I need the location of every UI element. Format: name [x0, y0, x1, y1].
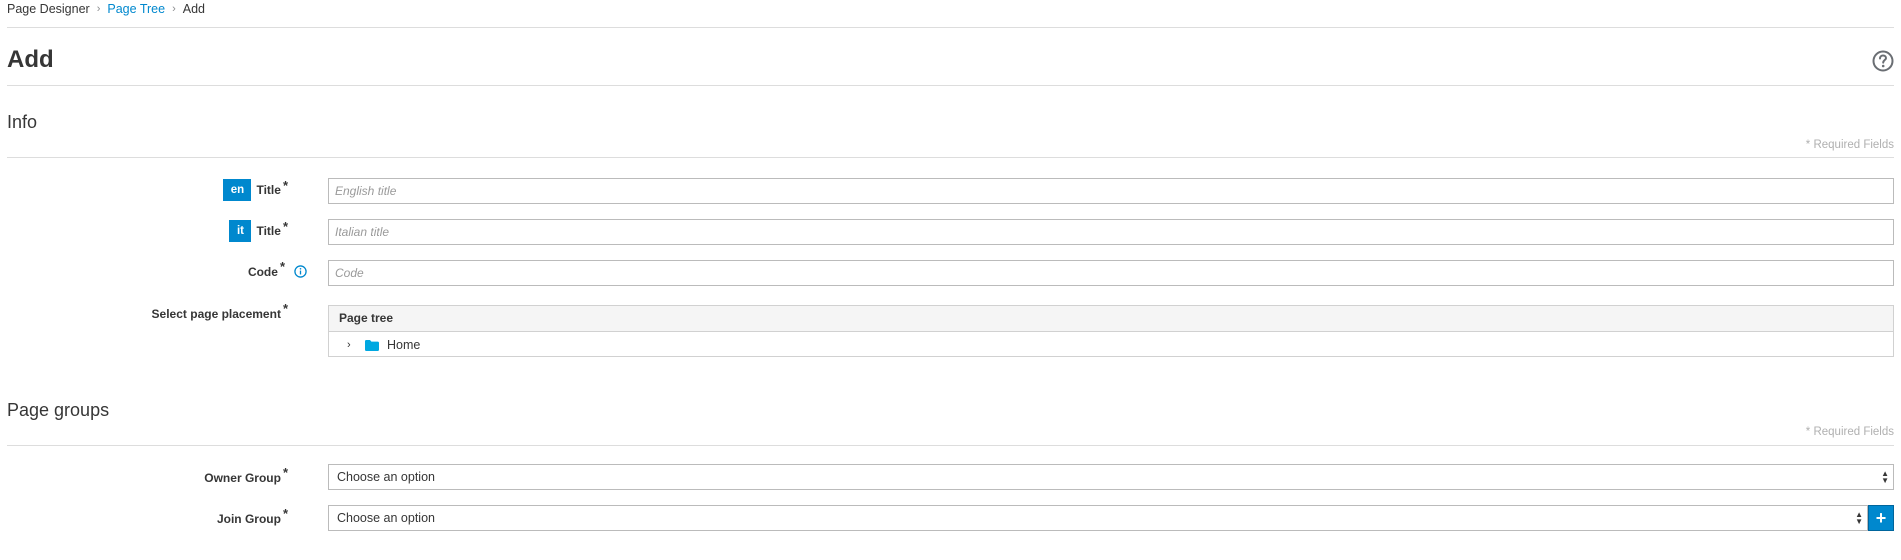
- lang-badge-en: en: [223, 179, 252, 201]
- title-it-label: it Title *: [229, 218, 288, 242]
- placement-label-text: Select page placement: [151, 306, 281, 321]
- owner-group-select-value: Choose an option: [337, 470, 435, 484]
- lang-badge-it: it: [229, 220, 252, 242]
- title-it-label-text: Title: [256, 224, 281, 238]
- required-marker: *: [282, 177, 288, 193]
- code-label-text: Code: [247, 264, 278, 279]
- breadcrumb-current: Add: [182, 2, 205, 16]
- title-en-label: en Title *: [223, 177, 288, 201]
- placement-label: Select page placement *: [151, 301, 288, 321]
- required-marker: *: [282, 465, 288, 480]
- chevron-right-icon[interactable]: ›: [347, 339, 359, 351]
- page-groups-section-title: Page groups: [7, 400, 110, 420]
- code-label: Code *: [247, 259, 307, 279]
- owner-group-select[interactable]: Choose an option ▲ ▼: [328, 464, 1894, 490]
- required-fields-note: * Required Fields: [1805, 426, 1894, 438]
- join-group-select[interactable]: Choose an option ▲ ▼: [328, 505, 1868, 531]
- breadcrumb-separator-icon: ›: [96, 3, 101, 15]
- add-join-group-button[interactable]: +: [1868, 505, 1894, 531]
- owner-group-label: Owner Group *: [204, 465, 288, 485]
- page-groups-divider: [7, 445, 1894, 446]
- page-title: Add: [7, 46, 54, 73]
- breadcrumb-page-tree-link[interactable]: Page Tree: [107, 2, 165, 16]
- title-en-input[interactable]: [328, 178, 1894, 204]
- info-section-title: Info: [7, 112, 38, 132]
- question-circle-icon[interactable]: [1872, 50, 1894, 72]
- folder-icon: [365, 339, 379, 351]
- required-fields-note: * Required Fields: [1805, 139, 1894, 151]
- page-tree-header: Page tree: [329, 306, 1893, 332]
- owner-group-label-text: Owner Group: [204, 470, 281, 485]
- page-tree-home-label: Home: [387, 338, 421, 352]
- page-tree-table: Page tree › Home: [328, 305, 1894, 357]
- breadcrumb-divider: [7, 27, 1894, 28]
- breadcrumb-separator-icon: ›: [172, 3, 176, 15]
- breadcrumb-root[interactable]: Page Designer: [7, 2, 90, 16]
- required-marker: *: [282, 218, 288, 234]
- select-arrows-icon: ▲ ▼: [1855, 510, 1863, 526]
- info-section-divider: [7, 157, 1894, 158]
- breadcrumb: Page Designer › Page Tree › Add: [7, 2, 205, 16]
- title-en-label-text: Title: [256, 183, 281, 197]
- title-divider: [7, 85, 1894, 86]
- code-input[interactable]: [328, 260, 1894, 286]
- required-marker: *: [279, 259, 285, 274]
- join-group-select-value: Choose an option: [337, 511, 435, 525]
- info-circle-icon[interactable]: [294, 265, 307, 278]
- required-marker: *: [282, 506, 288, 521]
- select-arrows-icon: ▲ ▼: [1881, 469, 1889, 485]
- page-tree-row-home[interactable]: › Home: [329, 332, 1893, 358]
- required-marker: *: [282, 301, 288, 316]
- join-group-label-text: Join Group: [216, 511, 281, 526]
- join-group-label: Join Group *: [216, 506, 288, 526]
- plus-icon: +: [1875, 508, 1887, 528]
- title-it-input[interactable]: [328, 219, 1894, 245]
